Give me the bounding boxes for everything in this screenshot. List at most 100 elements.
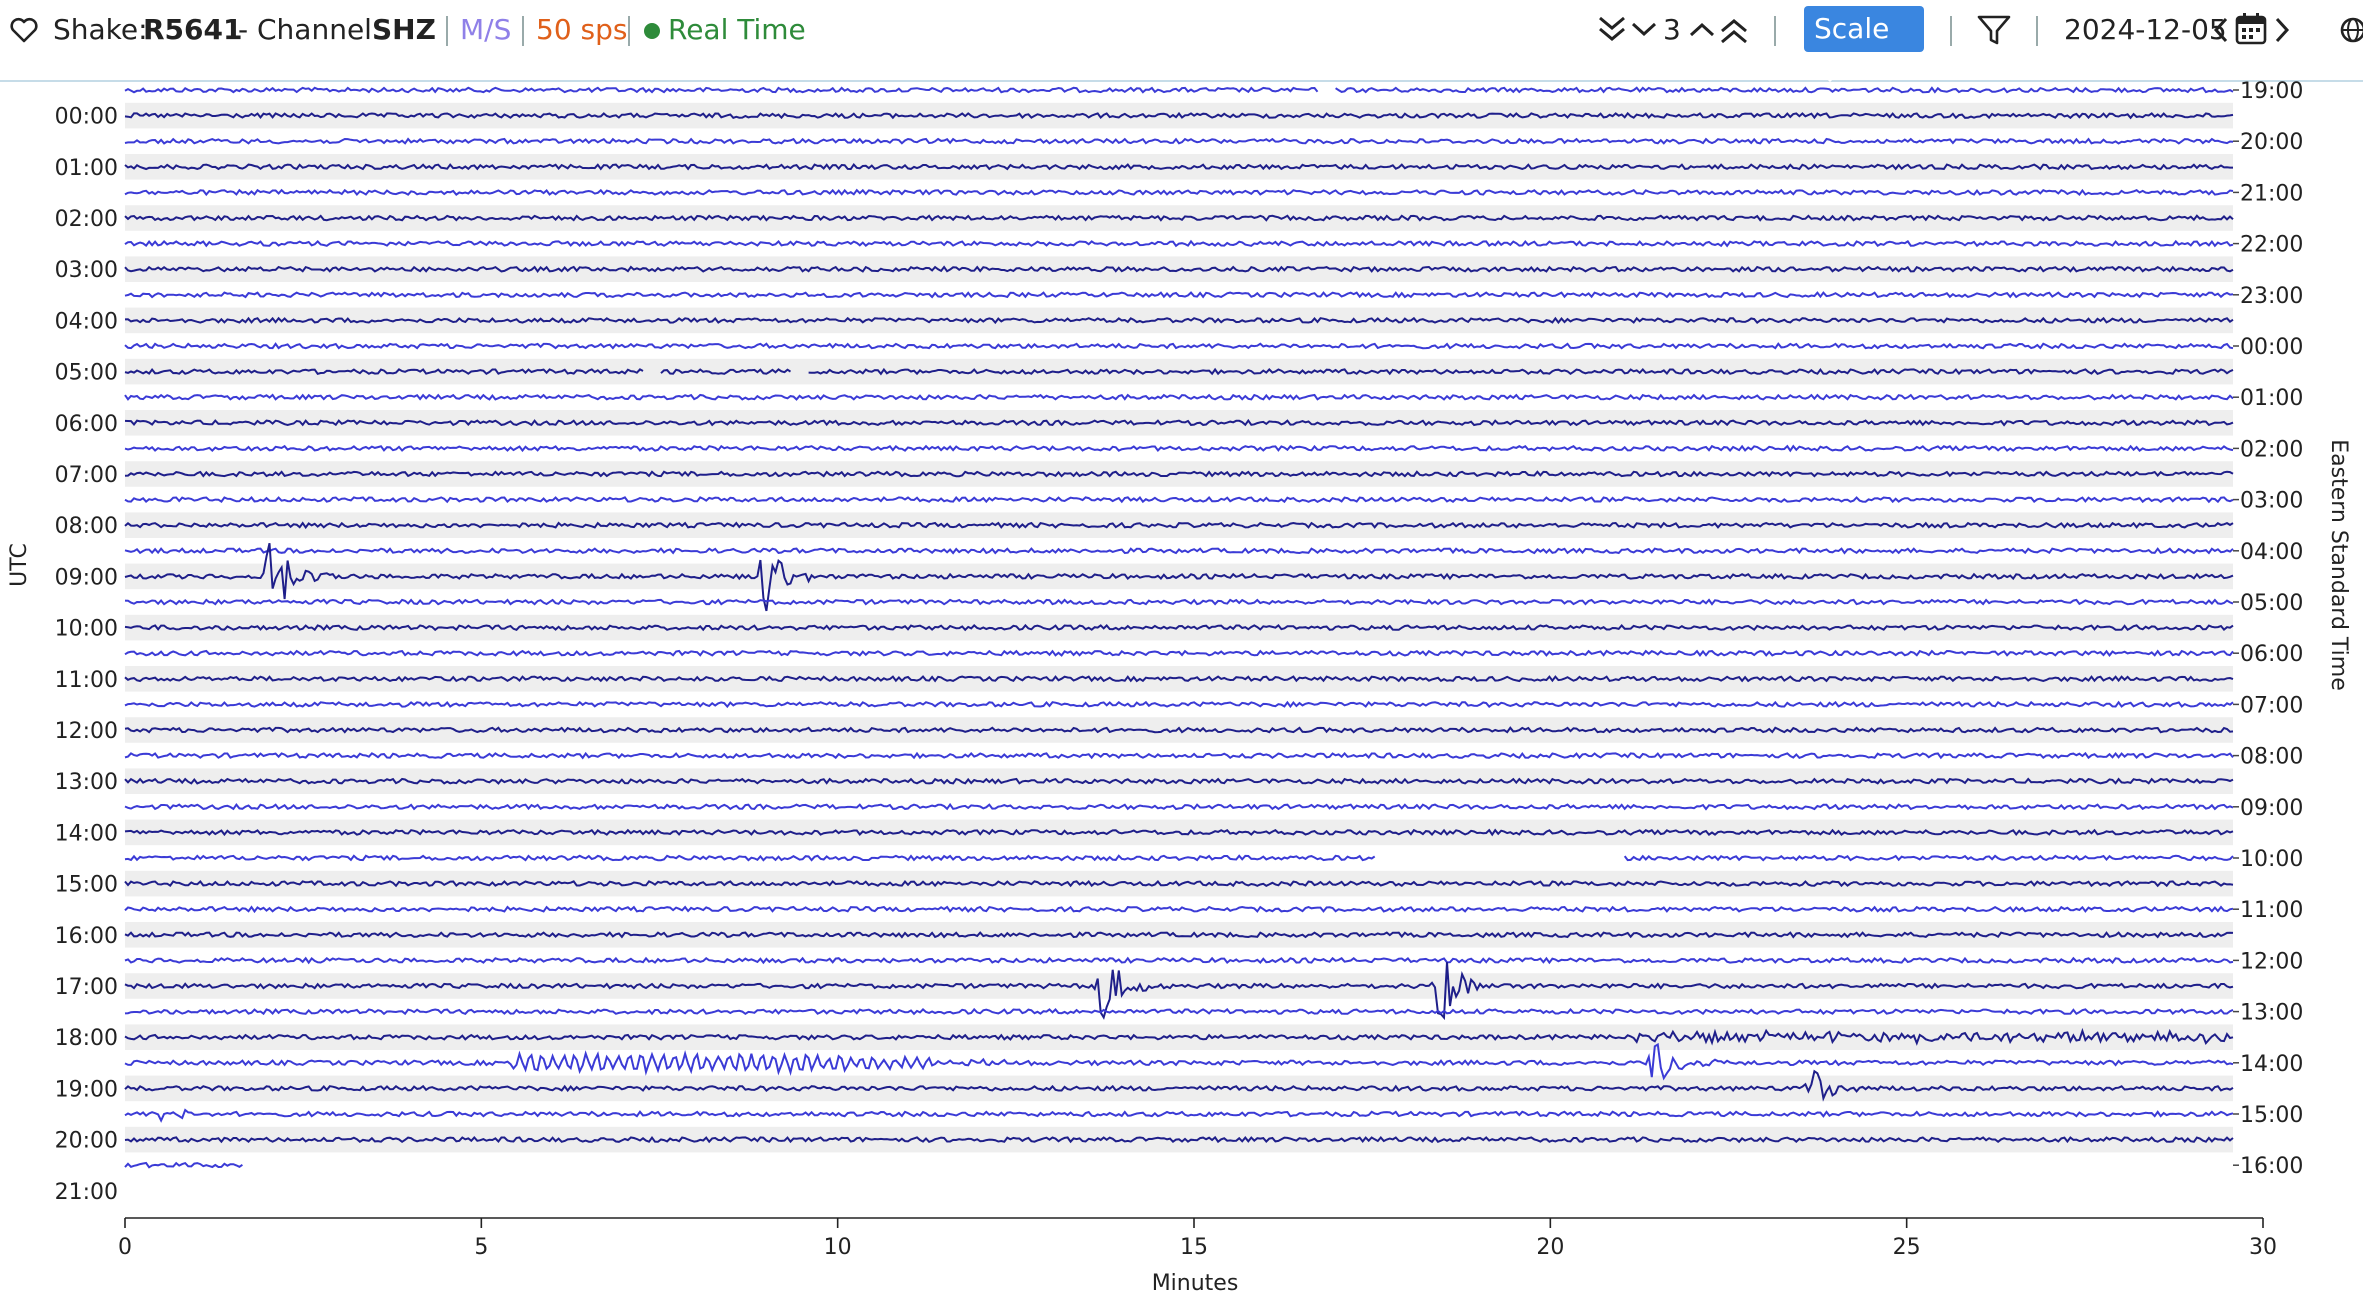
trace-row (124, 956, 2234, 965)
left-time-label: 02:00 (55, 207, 118, 232)
trace-row (124, 188, 2234, 197)
left-time-label: 09:00 (55, 565, 118, 590)
trace-row (124, 393, 2234, 401)
trace-row (124, 137, 2234, 145)
x-tick-label: 10 (824, 1235, 852, 1260)
separator (1774, 16, 1776, 46)
trace-row (124, 291, 2234, 299)
realtime-status[interactable]: Real Time (644, 0, 806, 60)
y-axis-label-left: UTC (7, 543, 32, 587)
separator (1950, 16, 1952, 46)
x-tick-label: 15 (1180, 1235, 1208, 1260)
left-time-label: 12:00 (55, 719, 118, 744)
right-time-label: 16:00 (2240, 1154, 2303, 1179)
x-axis-label: Minutes (1152, 1271, 1239, 1296)
right-time-label: 13:00 (2240, 1001, 2303, 1026)
separator (628, 16, 630, 46)
left-time-label: 04:00 (55, 309, 118, 334)
chevron-right-icon[interactable] (2272, 0, 2292, 60)
trace-row (124, 1108, 2234, 1123)
trace-row (124, 598, 2234, 606)
trace-row (124, 86, 2234, 94)
left-time-label: 15:00 (55, 873, 118, 898)
trace-row (124, 700, 2234, 709)
scale-label: Scale (1814, 12, 1890, 45)
chevron-left-icon[interactable] (2211, 0, 2231, 60)
right-time-label: 19:00 (2240, 80, 2303, 104)
right-time-label: 05:00 (2240, 591, 2303, 616)
status-dot-icon (644, 23, 660, 39)
trace-row (124, 802, 2234, 811)
trace-row (124, 547, 2234, 555)
right-time-label: 15:00 (2240, 1103, 2303, 1128)
right-time-label: 02:00 (2240, 437, 2303, 462)
right-time-label: 00:00 (2240, 335, 2303, 360)
trace-row (124, 905, 2234, 914)
trace-row (124, 751, 2234, 760)
left-time-label: 03:00 (55, 258, 118, 283)
left-time-label: 13:00 (55, 770, 118, 795)
right-time-label: 04:00 (2240, 540, 2303, 565)
right-time-label: 06:00 (2240, 642, 2303, 667)
right-time-label: 09:00 (2240, 796, 2303, 821)
left-time-label: 08:00 (55, 514, 118, 539)
trace-row (124, 444, 2234, 453)
left-time-label: 14:00 (55, 821, 118, 846)
right-time-label: 01:00 (2240, 386, 2303, 411)
lines-count: 3 (1663, 13, 1681, 46)
left-time-label: 16:00 (55, 924, 118, 949)
sample-rate[interactable]: 50 sps (536, 0, 627, 60)
left-time-label: 06:00 (55, 412, 118, 437)
chevron-up-icon[interactable] (1688, 0, 1716, 60)
trace-row (124, 1007, 2234, 1016)
right-time-label: 21:00 (2240, 181, 2303, 206)
trace-row (124, 239, 2234, 248)
right-time-label: 22:00 (2240, 233, 2303, 258)
double-chevron-down-icon[interactable] (1597, 0, 1627, 60)
right-time-label: 23:00 (2240, 284, 2303, 309)
left-time-label: 20:00 (55, 1129, 118, 1154)
y-axis-label-right: Eastern Standard Time (2326, 439, 2351, 691)
heart-icon[interactable] (8, 0, 40, 60)
trace-row (124, 854, 2234, 862)
left-time-label: 21:00 (55, 1180, 118, 1205)
chevron-down-icon[interactable] (1630, 0, 1658, 60)
units-label[interactable]: M/S (460, 0, 511, 60)
helicorder-plot: 00:00 01:00 02:00 03:00 04:00 05:00 06:00 07:00… (0, 79, 2363, 1310)
x-tick-label: 30 (2249, 1235, 2277, 1260)
channel-label: - Channel: (238, 13, 382, 46)
left-time-label: 07:00 (55, 463, 118, 488)
x-tick-label: 5 (474, 1235, 488, 1260)
station-name: R5641 (143, 13, 243, 46)
toolbar: Shake: R5641 - Channel: SHZ M/S 50 sps R… (0, 0, 2363, 83)
left-time-label: 05:00 (55, 361, 118, 386)
left-time-label: 17:00 (55, 975, 118, 1000)
trace-row (124, 649, 2234, 658)
x-tick-label: 25 (1893, 1235, 1921, 1260)
trace-row (124, 1161, 243, 1169)
left-time-label: 01:00 (55, 156, 118, 181)
scale-button[interactable]: Scale (1804, 6, 1924, 83)
separator (522, 16, 524, 46)
calendar-icon[interactable] (2234, 0, 2268, 60)
left-time-label: 19:00 (55, 1077, 118, 1102)
filter-icon[interactable] (1976, 0, 2012, 60)
right-time-label: 08:00 (2240, 745, 2303, 770)
right-time-label: 07:00 (2240, 693, 2303, 718)
date-label[interactable]: 2024-12-05 (2064, 0, 2227, 60)
right-time-label: 11:00 (2240, 898, 2303, 923)
double-chevron-up-icon[interactable] (1719, 0, 1749, 60)
left-time-label: 18:00 (55, 1026, 118, 1051)
trace-row (124, 495, 2234, 504)
right-time-label: 14:00 (2240, 1052, 2303, 1077)
left-time-label: 00:00 (55, 105, 118, 130)
realtime-label: Real Time (668, 13, 806, 46)
helicorder-chart: 00:00 01:00 02:00 03:00 04:00 05:00 06:00 07:00… (7, 79, 2351, 1296)
shake-label: Shake: (53, 13, 148, 46)
channel-name: SHZ (372, 13, 436, 46)
globe-icon[interactable] (2338, 0, 2363, 60)
separator (2036, 16, 2038, 46)
separator (446, 16, 448, 46)
right-time-label: 12:00 (2240, 949, 2303, 974)
x-tick-label: 0 (118, 1235, 132, 1260)
